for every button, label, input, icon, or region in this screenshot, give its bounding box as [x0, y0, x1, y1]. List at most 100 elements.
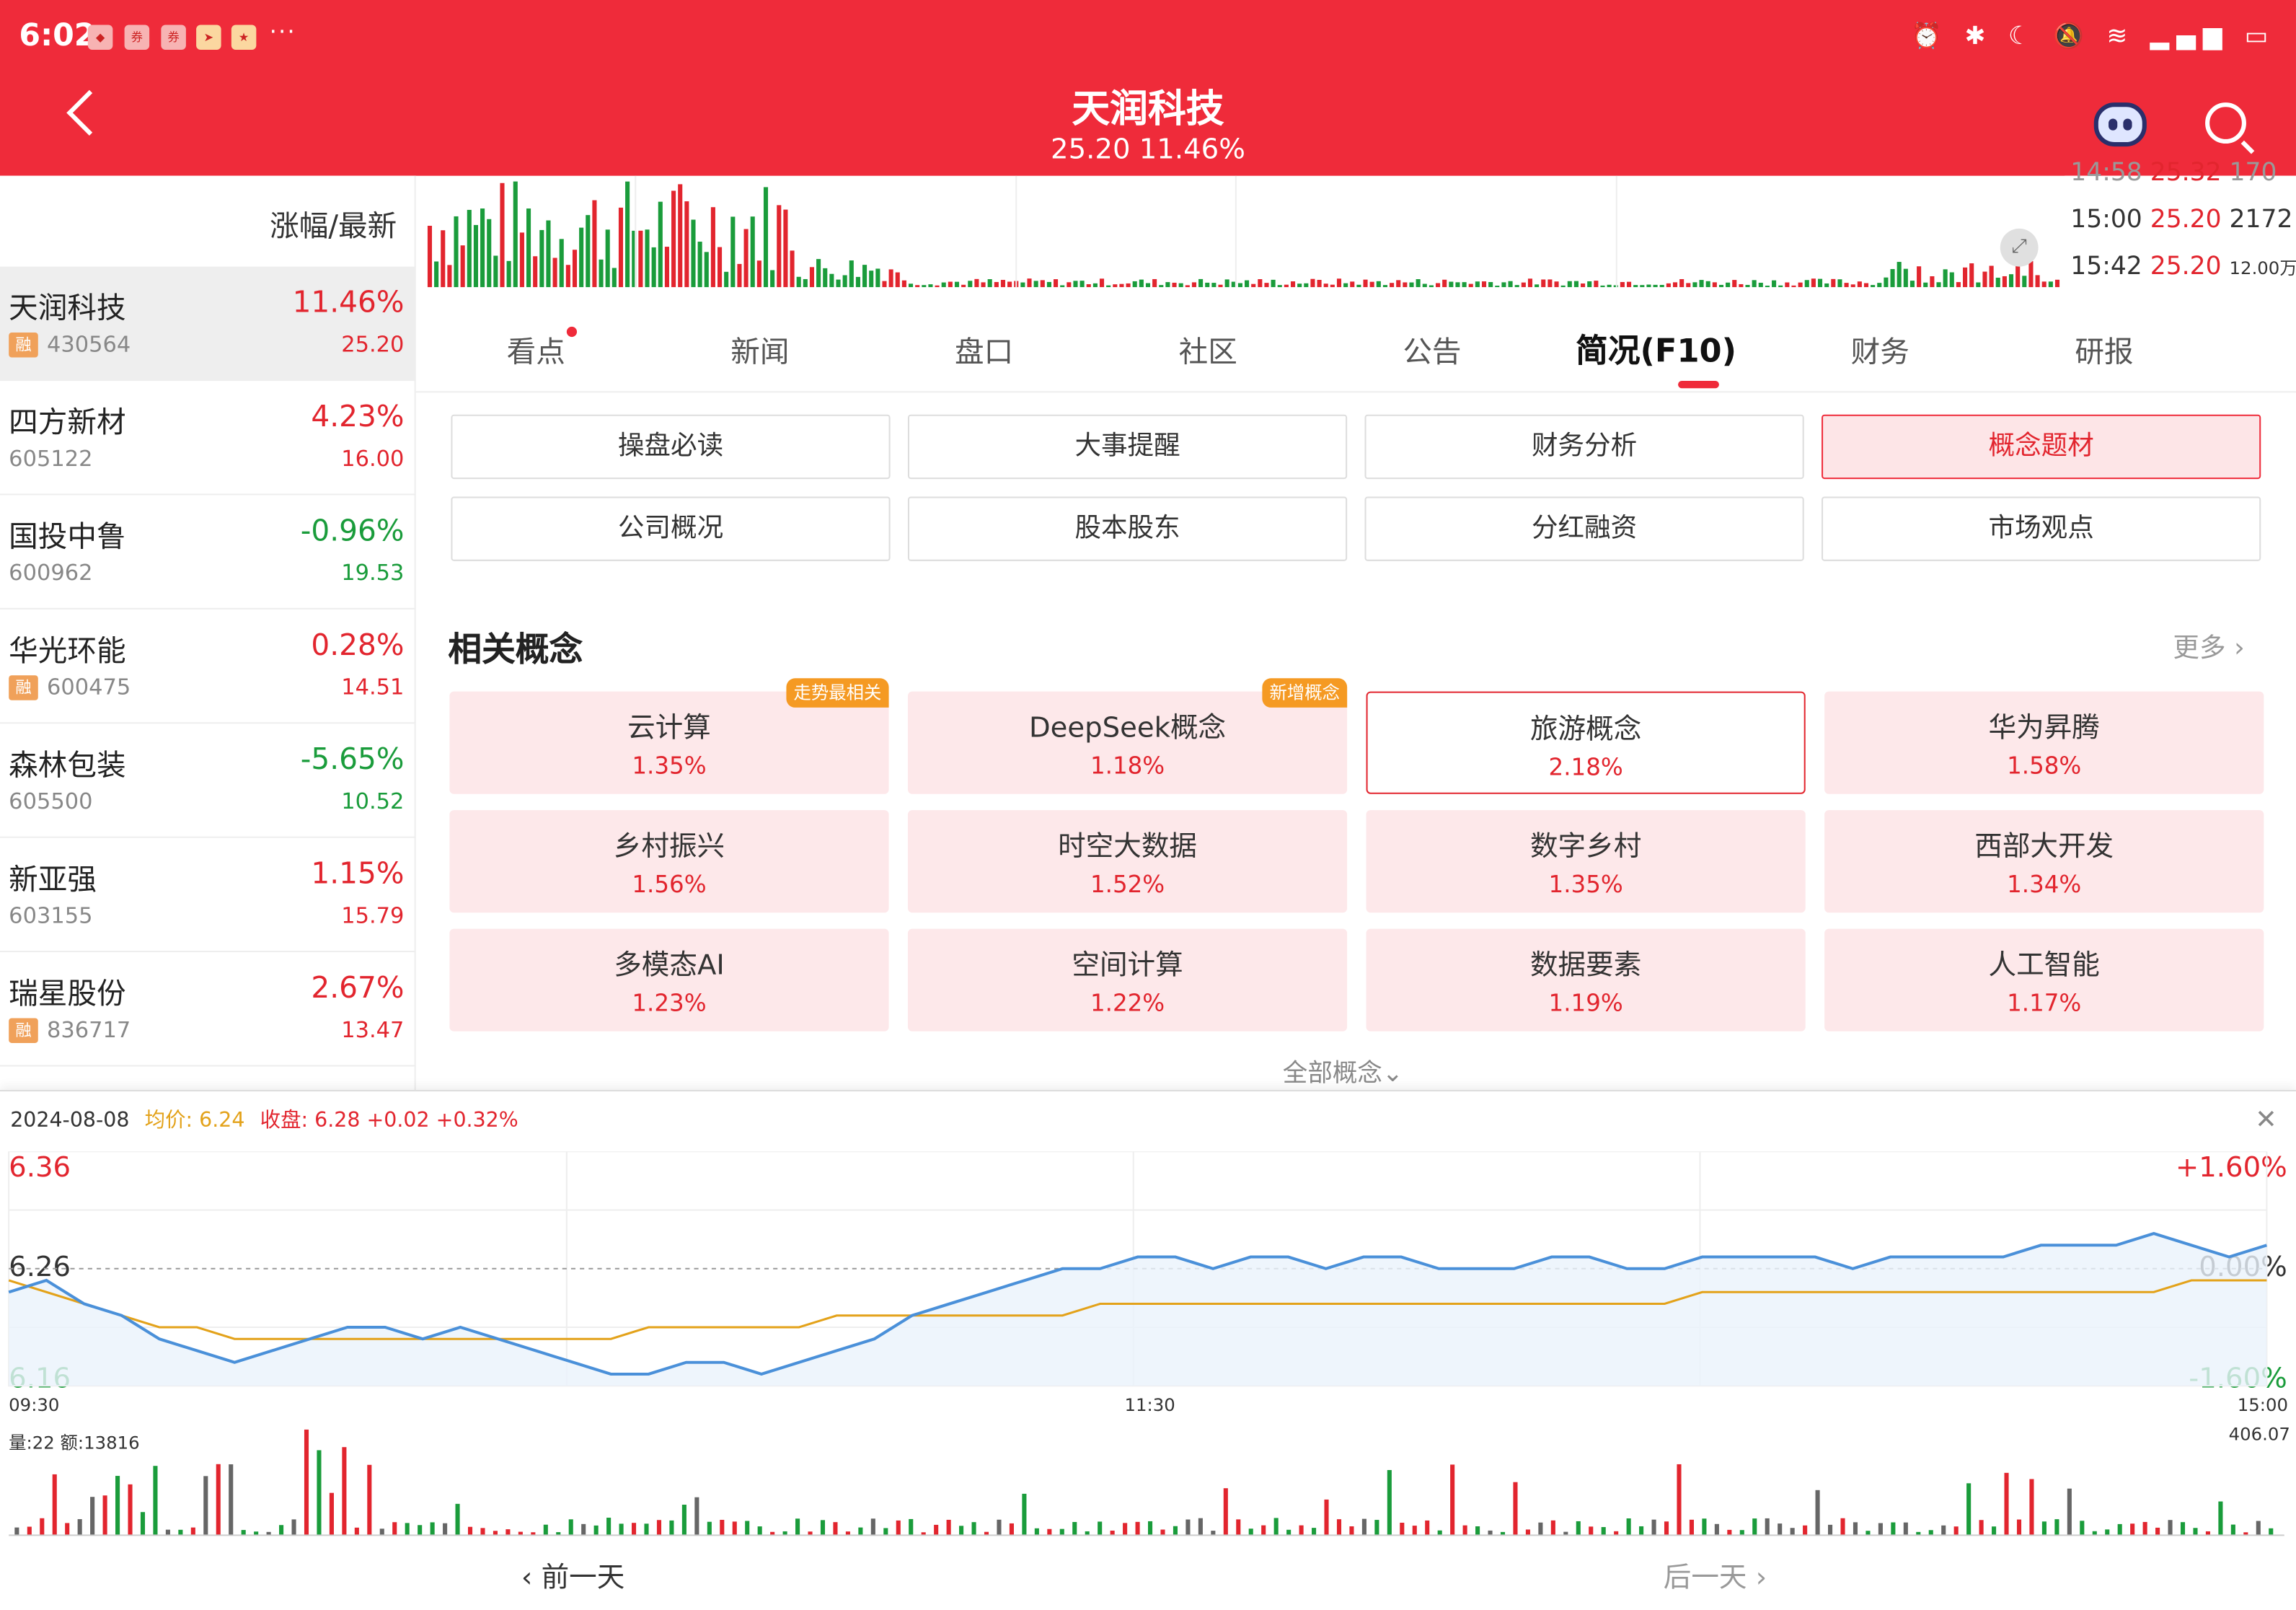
stock-price: 15.79 — [341, 902, 405, 929]
minichart-bar — [849, 260, 854, 288]
stock-row[interactable]: 新亚强 603155 1.15% 15.79 — [0, 838, 416, 953]
minichart-bar — [777, 205, 782, 288]
minichart-bar — [875, 268, 880, 288]
minichart-bar — [592, 200, 597, 288]
minichart-bar — [1277, 285, 1282, 288]
stock-price: 19.53 — [341, 559, 405, 586]
minichart-bar — [1237, 283, 1242, 288]
minichart-bar — [1159, 285, 1164, 288]
tab-2[interactable]: 盘口 — [955, 328, 1013, 371]
minichart-bar — [836, 279, 841, 288]
list-sort-header[interactable]: 涨幅/最新 — [270, 202, 397, 245]
assistant-robot-icon[interactable] — [2093, 102, 2147, 147]
concept-card[interactable]: 乡村振兴 1.56% — [449, 810, 889, 913]
status-time: 6:02 — [19, 17, 96, 53]
concept-badge: 新增概念 — [1262, 678, 1348, 708]
minichart-bar — [2035, 275, 2040, 288]
minichart-bar — [1930, 276, 1935, 288]
volume-bar — [959, 1526, 964, 1536]
function-button[interactable]: 大事提醒 — [907, 414, 1348, 480]
concepts-more-link[interactable]: 更多 › — [2173, 627, 2244, 665]
minichart-bar — [1811, 278, 1816, 288]
minichart-bar — [697, 242, 702, 288]
minichart-bar — [533, 256, 538, 288]
minichart-bar — [1521, 282, 1526, 288]
expand-icon[interactable]: ⤢ — [2000, 228, 2039, 267]
tab-4[interactable]: 公告 — [1403, 328, 1461, 371]
stock-row[interactable]: 四方新材 605122 4.23% 16.00 — [0, 381, 416, 496]
concept-card[interactable]: 华为昇腾 1.58% — [1824, 691, 2264, 794]
tab-7[interactable]: 研报 — [2075, 328, 2133, 371]
stock-row[interactable]: 国投中鲁 600962 -0.96% 19.53 — [0, 495, 416, 610]
concept-card[interactable]: 空间计算 1.22% — [907, 928, 1348, 1031]
close-icon[interactable]: ✕ — [2255, 1104, 2277, 1135]
minichart-bar — [651, 247, 656, 288]
volume-bar — [833, 1522, 838, 1536]
stock-row[interactable]: 森林包装 605500 -5.65% 10.52 — [0, 723, 416, 838]
concept-card[interactable]: DeepSeek概念 1.18% 新增概念 — [907, 678, 1348, 794]
minichart-bar — [1092, 283, 1098, 288]
tab-6[interactable]: 财务 — [1851, 328, 1909, 371]
volume-bar — [1891, 1522, 1896, 1536]
concept-card[interactable]: 多模态AI 1.23% — [449, 928, 889, 1031]
minichart-bar — [605, 229, 610, 288]
minichart-bar — [1672, 282, 1678, 288]
price-summary: 25.20 11.46% — [1051, 133, 1245, 166]
function-button[interactable]: 财务分析 — [1364, 414, 1804, 480]
minichart-bar — [678, 184, 683, 288]
tab-5[interactable]: 简况(F10) — [1576, 325, 1736, 372]
concept-card[interactable]: 旅游概念 2.18% — [1366, 691, 1806, 794]
function-button[interactable]: 概念题材 — [1822, 414, 2261, 480]
volume-bar — [619, 1523, 624, 1536]
concept-card[interactable]: 西部大开发 1.34% — [1824, 810, 2264, 913]
minichart-bar — [1976, 282, 1981, 288]
concept-card[interactable]: 时空大数据 1.52% — [907, 810, 1348, 913]
concept-change: 2.18% — [1548, 752, 1623, 781]
volume-bar — [1349, 1526, 1354, 1536]
minichart-bar — [994, 281, 999, 288]
minichart-bar — [1969, 263, 1974, 288]
volume-bar — [165, 1529, 170, 1536]
tab-3[interactable]: 社区 — [1179, 328, 1237, 371]
tab-0[interactable]: 看点 — [507, 328, 565, 371]
minichart-bar — [1040, 280, 1045, 288]
minichart-bar — [1594, 281, 1599, 288]
volume-bar — [1853, 1522, 1858, 1536]
stock-row[interactable]: 瑞星股份融 836717 2.67% 13.47 — [0, 952, 416, 1067]
function-button[interactable]: 分红融资 — [1364, 496, 1804, 561]
intraday-price-chart[interactable] — [0, 1151, 2296, 1391]
concept-name: 华为昇腾 — [1988, 712, 2100, 744]
function-button[interactable]: 市场观点 — [1822, 496, 2261, 561]
volume-bar — [317, 1450, 322, 1536]
stock-row[interactable]: 华光环能融 600475 0.28% 14.51 — [0, 610, 416, 724]
minichart-bar — [1033, 281, 1038, 288]
intraday-volume-chart — [9, 1429, 2284, 1536]
stock-price: 25.20 — [341, 330, 405, 358]
function-button[interactable]: 公司概况 — [451, 496, 891, 561]
volume-bar — [1462, 1525, 1467, 1536]
function-button[interactable]: 操盘必读 — [451, 414, 891, 480]
tab-1[interactable]: 新闻 — [730, 328, 789, 371]
concept-card[interactable]: 云计算 1.35% 走势最相关 — [449, 678, 889, 794]
minichart-bar — [1218, 284, 1223, 288]
minichart-bar — [1304, 283, 1309, 288]
volume-bar — [1299, 1525, 1304, 1536]
concept-name: 乡村振兴 — [613, 830, 725, 863]
next-day-button[interactable]: 后一天 › — [1664, 1556, 1767, 1596]
volume-bar — [1979, 1520, 1984, 1536]
prev-day-button[interactable]: ‹ 前一天 — [521, 1556, 624, 1596]
minichart-bar — [454, 216, 459, 288]
all-concepts-toggle[interactable]: 全部概念⌄ — [1283, 1052, 1403, 1088]
concept-card[interactable]: 数字乡村 1.35% — [1366, 810, 1806, 913]
minichart-bar — [1804, 280, 1809, 288]
volume-bar — [581, 1523, 586, 1536]
function-button[interactable]: 股本股东 — [907, 496, 1348, 561]
concept-card[interactable]: 数据要素 1.19% — [1366, 928, 1806, 1031]
search-icon[interactable] — [2205, 102, 2246, 144]
stock-code-text: 600962 — [9, 559, 93, 586]
stock-row[interactable]: 天润科技融 430564 11.46% 25.20 — [0, 266, 416, 382]
concept-name: 数据要素 — [1529, 949, 1642, 982]
concept-card[interactable]: 人工智能 1.17% — [1824, 928, 2264, 1031]
minichart-bar — [1758, 282, 1763, 288]
minichart-bar — [1705, 281, 1710, 288]
